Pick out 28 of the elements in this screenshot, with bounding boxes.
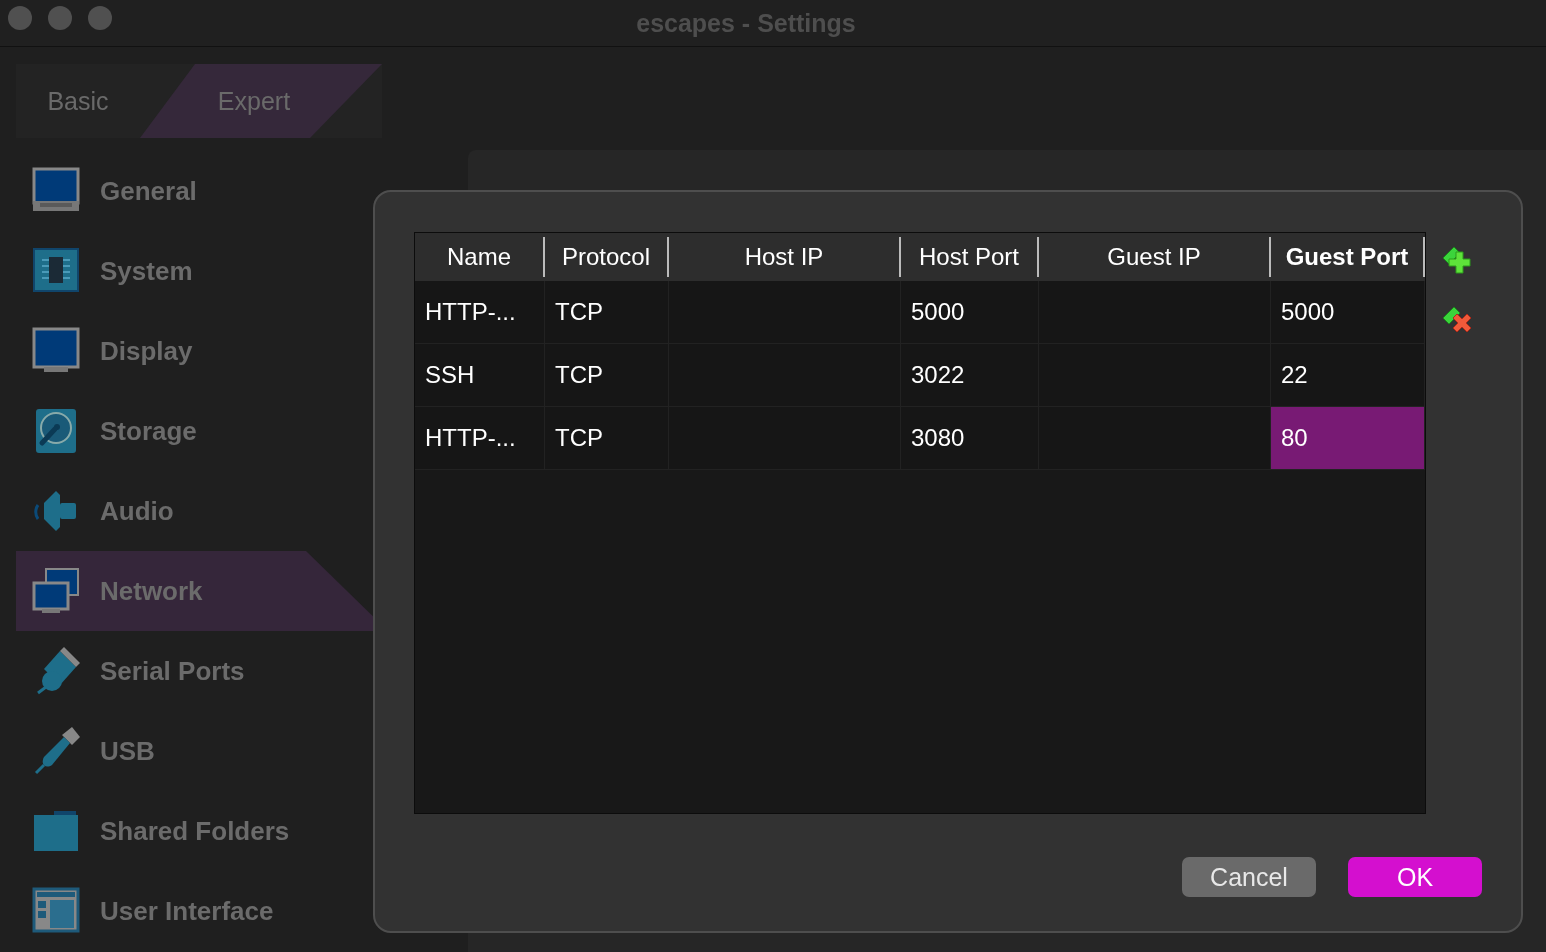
sidebar-item[interactable]: Display [16,311,388,391]
monitor-icon [32,327,80,375]
sidebar-item[interactable]: General [16,151,388,231]
sidebar-item[interactable]: System [16,231,388,311]
mode-tab[interactable]: Expert [140,64,382,138]
chip-icon [32,247,80,295]
column-header[interactable]: Guest IP [1039,237,1271,277]
column-header[interactable]: Name [415,237,545,277]
column-header[interactable]: Guest Port [1271,237,1425,277]
sidebar-item[interactable]: Storage [16,391,388,471]
monitors-icon [32,567,80,615]
window-control[interactable] [48,6,72,30]
sidebar-item[interactable]: Serial Ports [16,631,388,711]
window-control[interactable] [8,6,32,30]
table-cell: 80 [1271,407,1425,469]
sidebar-item[interactable]: Audio [16,471,388,551]
window-layout-icon [32,887,80,935]
column-header[interactable]: Host IP [669,237,901,277]
sidebar-item[interactable]: User Interface [16,871,388,951]
usb-plug-icon [32,727,80,775]
window-control[interactable] [88,6,112,30]
column-header[interactable]: Protocol [545,237,669,277]
mode-tab[interactable]: Basic [16,64,140,138]
cancel-button[interactable]: Cancel [1182,857,1316,897]
ok-button[interactable]: OK [1348,857,1482,897]
sidebar-item[interactable]: Shared Folders [16,791,388,871]
column-header[interactable]: Host Port [901,237,1039,277]
sidebar-item[interactable]: USB [16,711,388,791]
